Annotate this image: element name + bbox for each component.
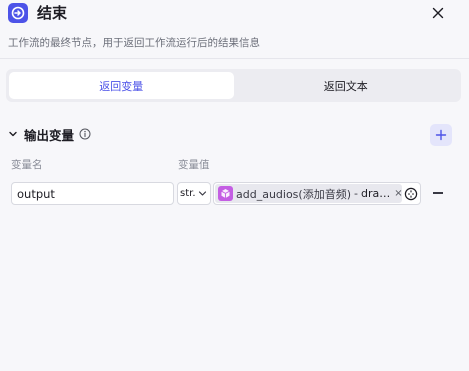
variable-type-select[interactable]: str. bbox=[177, 182, 211, 205]
return-mode-tabs: 返回变量 返回文本 bbox=[6, 69, 461, 102]
node-title: 结束 bbox=[37, 4, 68, 22]
node-description: 工作流的最终节点，用于返回工作流运行后的结果信息 bbox=[8, 37, 260, 49]
remove-reference-icon[interactable]: × bbox=[394, 188, 402, 199]
close-icon[interactable] bbox=[430, 5, 446, 21]
tab-return-variables[interactable]: 返回变量 bbox=[9, 72, 234, 99]
plus-icon bbox=[435, 129, 447, 141]
plugin-cube-icon bbox=[218, 186, 233, 201]
variable-value-field[interactable]: add_audios(添加音频) - dra… × bbox=[213, 182, 421, 205]
tab-return-text[interactable]: 返回文本 bbox=[234, 72, 459, 99]
chevron-down-icon[interactable] bbox=[8, 129, 18, 139]
add-variable-button[interactable] bbox=[430, 124, 452, 146]
reference-field-name: dra… bbox=[361, 187, 391, 200]
node-header: 结束 工作流的最终节点，用于返回工作流运行后的结果信息 bbox=[0, 0, 469, 58]
variable-name-input[interactable]: output bbox=[11, 182, 174, 205]
header-divider bbox=[0, 58, 469, 59]
remove-variable-button[interactable] bbox=[431, 186, 445, 200]
column-label-value: 变量值 bbox=[178, 159, 210, 171]
exit-icon bbox=[8, 3, 28, 23]
minus-icon bbox=[433, 192, 443, 194]
column-label-name: 变量名 bbox=[11, 159, 43, 171]
reference-separator: - bbox=[354, 187, 358, 200]
reference-node-name: add_audios(添加音频) bbox=[236, 187, 352, 201]
section-title: 输出变量 bbox=[24, 127, 75, 143]
chevron-down-icon bbox=[198, 189, 207, 198]
variable-picker-icon[interactable] bbox=[403, 186, 418, 201]
output-section-header[interactable]: 输出变量 bbox=[8, 124, 91, 144]
info-icon[interactable] bbox=[79, 128, 91, 140]
variable-reference-tag[interactable]: add_audios(添加音频) - dra… × bbox=[215, 184, 402, 203]
type-label: str. bbox=[180, 188, 196, 199]
